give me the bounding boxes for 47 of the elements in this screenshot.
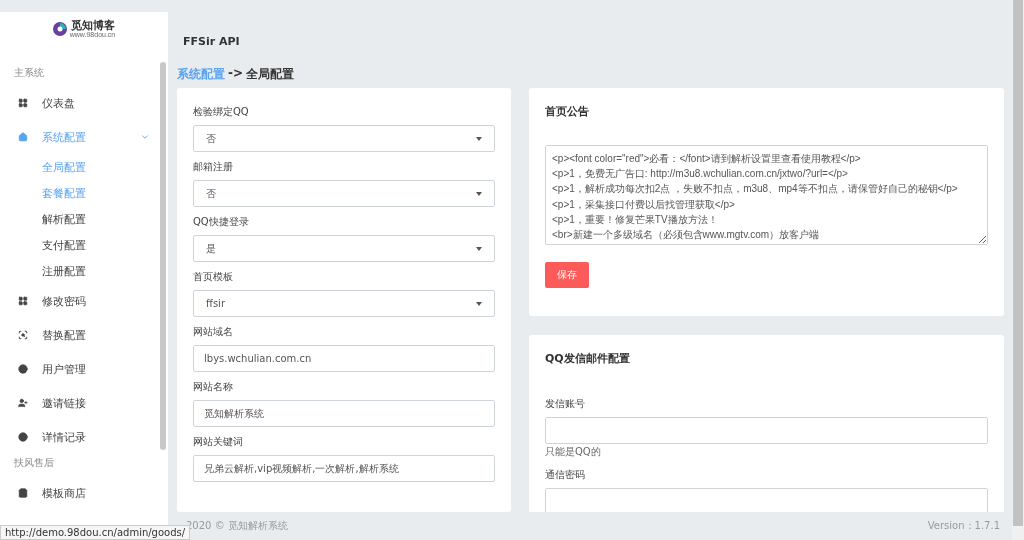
breadcrumb-current: 全局配置 bbox=[246, 66, 295, 83]
scrollbar[interactable] bbox=[1013, 0, 1023, 526]
field-label: 网站名称 bbox=[193, 380, 234, 394]
sidebar-section-label: 扶风售后 bbox=[13, 456, 55, 470]
sidebar-item[interactable]: 模板商店 bbox=[0, 476, 168, 510]
submenu-item[interactable]: 注册配置 bbox=[0, 258, 168, 284]
field-label: 通信密码 bbox=[545, 468, 586, 482]
select-field[interactable]: 是 bbox=[193, 235, 495, 262]
header-title: FFSir API bbox=[183, 35, 240, 48]
field-label: 检验绑定QQ bbox=[193, 105, 250, 119]
breadcrumb-separator: -> bbox=[228, 66, 244, 82]
field-label: 发信账号 bbox=[545, 397, 586, 411]
sidebar-item[interactable]: 仪表盘 bbox=[0, 86, 168, 120]
submenu-item[interactable]: 解析配置 bbox=[0, 206, 168, 232]
caret-icon bbox=[476, 301, 482, 306]
caret-icon bbox=[476, 136, 482, 141]
sidebar-section-label: 主系统 bbox=[13, 66, 45, 80]
sidebar-item[interactable]: 邀请链接 bbox=[0, 386, 168, 420]
caret-icon bbox=[476, 246, 482, 251]
notice-textarea[interactable]: <p><font color="red">必看：</font>请到解析设置里查看使用教程</p> <p>1，免费无广告口: http://m3u8.wchulian.com.cn/jxtwo/?url=</p> <p>1，解析成功每次扣2点 ，失败不扣点，m3u8、mp4等不扣点，请保管好自己的秘钥</p> <p>1，采集接口付费以后找管理获取</p> <p>1，重要！修复芒果TV播放方法！ <br>新建一个多级域名（必须包含www.mgtv.com）放客户端 bbox=[545, 145, 988, 245]
input-field[interactable]: 兄弟云解析,vip视频解析,一次解析,解析系统 bbox=[193, 455, 495, 482]
select-field[interactable]: 否 bbox=[193, 180, 495, 207]
input-field[interactable]: 觅知解析系统 bbox=[193, 400, 495, 427]
select-field[interactable]: 否 bbox=[193, 125, 495, 152]
field-label: 首页模板 bbox=[193, 270, 234, 284]
field-label: 网站关键词 bbox=[193, 435, 244, 449]
select-field[interactable]: ffsir bbox=[193, 290, 495, 317]
card-title: QQ发信邮件配置 bbox=[545, 351, 631, 366]
input-field[interactable] bbox=[545, 488, 988, 512]
card-title: 首页公告 bbox=[545, 104, 590, 119]
footer-version: Version：1.7.1 bbox=[927, 519, 1000, 533]
field-label: 网站域名 bbox=[193, 325, 234, 339]
sidebar-item[interactable]: 替换配置 bbox=[0, 318, 168, 352]
logo-title: 觅知博客 bbox=[70, 20, 115, 31]
caret-icon bbox=[476, 191, 482, 196]
input-field[interactable] bbox=[545, 417, 988, 444]
status-url: http://demo.98dou.cn/admin/goods/ bbox=[0, 525, 191, 540]
sidebar-item[interactable]: 修改密码 bbox=[0, 284, 168, 318]
field-label: 邮箱注册 bbox=[193, 160, 234, 174]
sidebar-item[interactable]: 详情记录 bbox=[0, 420, 168, 454]
logo-icon bbox=[52, 22, 67, 36]
sidebar-item[interactable]: 用户管理 bbox=[0, 352, 168, 386]
field-label: QQ快捷登录 bbox=[193, 215, 250, 229]
scrollbar[interactable] bbox=[160, 62, 166, 450]
help-text: 只能是QQ的 bbox=[545, 445, 602, 459]
submenu-item[interactable]: 支付配置 bbox=[0, 232, 168, 258]
input-field[interactable]: lbys.wchulian.com.cn bbox=[193, 345, 495, 372]
